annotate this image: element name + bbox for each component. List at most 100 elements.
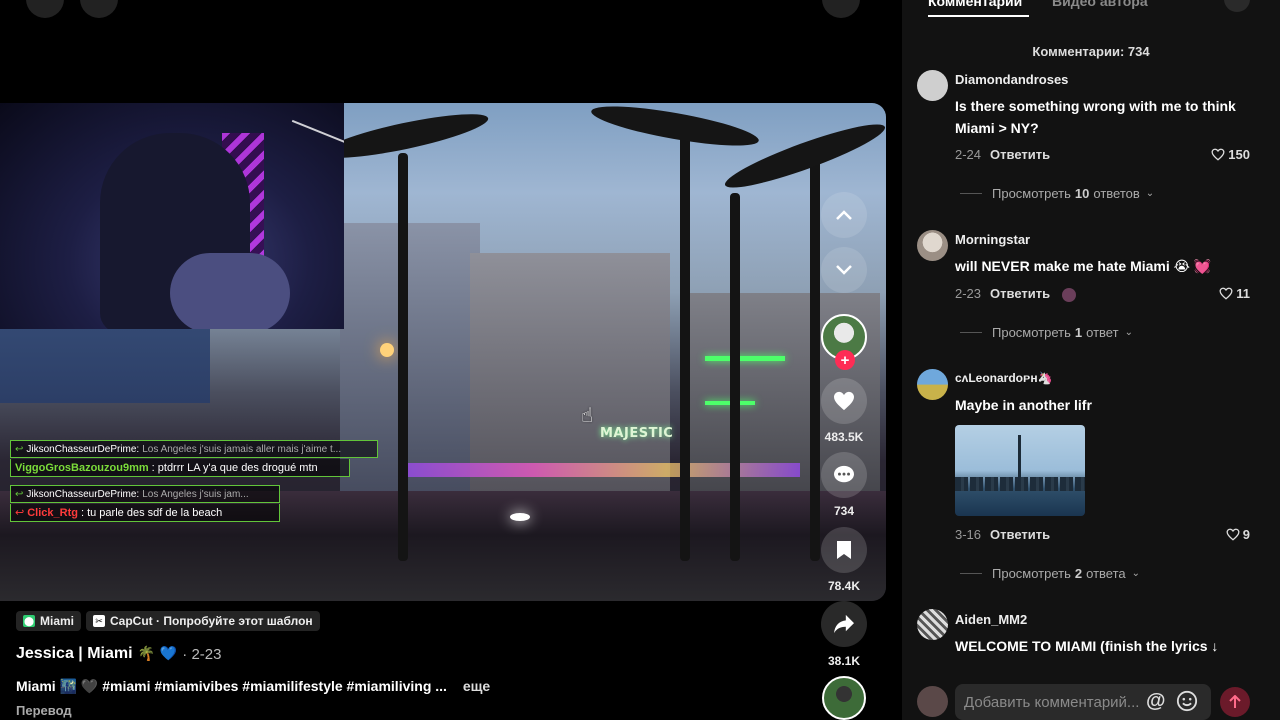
view-replies-button[interactable]: Просмотреть 2 ответа ⌄: [960, 566, 1140, 581]
active-tab-underline: [928, 15, 1029, 17]
reply-arrow-icon: ↩: [15, 443, 24, 455]
mention-icon[interactable]: @: [1146, 690, 1166, 713]
comment-like-count: 11: [1236, 286, 1250, 301]
comment-like-button[interactable]: 150: [1211, 147, 1250, 162]
comment-input-bar: @: [902, 676, 1280, 720]
tab-comments[interactable]: Комментарии: [928, 0, 1022, 9]
car-headlight: [510, 513, 530, 521]
chat-username: Click_Rtg: [27, 506, 78, 519]
share-button[interactable]: [821, 601, 867, 647]
chevron-down-icon: [836, 265, 852, 275]
capcut-template-tag[interactable]: ✂ CapCut · Попробуйте этот шаблон: [86, 611, 320, 631]
capcut-tag-label: CapCut · Попробуйте этот шаблон: [110, 614, 313, 628]
comment-like-count: 9: [1242, 527, 1250, 542]
save-count: 78.4K: [827, 579, 861, 593]
author-line: Jessica | Miami 🌴 💙 · 2-23: [16, 645, 221, 663]
comment-avatar[interactable]: [917, 369, 948, 400]
location-tag[interactable]: ⬤ Miami: [16, 611, 82, 631]
chat-message-line: ↩ Click_Rtg : tu parle des sdf de la bea…: [10, 504, 280, 522]
bookmark-icon: [837, 541, 851, 559]
view-replies-count: 1: [1074, 325, 1083, 340]
comment-username[interactable]: Diamondandroses: [955, 72, 1068, 87]
streamer-legs: [170, 253, 290, 329]
emoji-icon[interactable]: [1176, 690, 1198, 712]
close-button[interactable]: [26, 0, 64, 18]
search-button[interactable]: [80, 0, 118, 18]
comment-avatar[interactable]: [917, 230, 948, 261]
chevron-down-icon: ⌄: [1124, 327, 1133, 338]
comment-image[interactable]: [955, 425, 1085, 516]
comment-avatar[interactable]: [917, 70, 948, 101]
view-replies-label: Просмотреть: [992, 325, 1071, 340]
next-video-button[interactable]: [821, 247, 867, 293]
divider-dash: [960, 193, 982, 194]
comment-username[interactable]: cʌLeonardoᴘʜ🦄: [955, 371, 1053, 385]
chat-username: JiksonChasseurDePrime:: [26, 443, 140, 455]
comment-text: will NEVER make me hate Miami 😭 💓: [955, 258, 1212, 274]
comment-username[interactable]: Morningstar: [955, 232, 1030, 247]
divider-dash: [960, 573, 982, 574]
comment-like-button[interactable]: 11: [1219, 286, 1250, 301]
chevron-down-icon: ⌄: [1131, 568, 1141, 579]
reply-button[interactable]: Ответить: [990, 527, 1050, 542]
chat-username: JiksonChasseurDePrime:: [26, 488, 140, 500]
panel-close-button[interactable]: [1224, 0, 1250, 12]
view-replies-label: Просмотреть: [992, 186, 1071, 201]
heart-outline-icon: [1219, 287, 1233, 300]
chat-message: Los Angeles j'suis jamais aller mais j'a…: [142, 443, 342, 455]
chat-message-line: ViggoGrosBazouzou9mm : ptdrrr LA y'a que…: [10, 459, 350, 477]
comment-text: Is there something wrong with me to thin…: [955, 98, 1236, 136]
comment-count: 734: [833, 504, 855, 518]
arrow-up-icon: [1229, 695, 1241, 708]
neon-sign-green: [705, 356, 785, 361]
comment-date: 3-16: [955, 527, 982, 542]
chat-message: : tu parle des sdf de la beach: [80, 506, 223, 519]
comment-like-button[interactable]: 9: [1226, 527, 1250, 542]
comment-username[interactable]: Aiden_MM2: [955, 612, 1027, 627]
comment-avatar[interactable]: [917, 609, 948, 640]
view-replies-button[interactable]: Просмотреть 10 ответов ⌄: [960, 186, 1154, 201]
comment-button[interactable]: [821, 452, 867, 498]
comment-meta: 3-16 Ответить: [955, 527, 1050, 542]
view-replies-suffix: ответ: [1086, 325, 1119, 340]
description-text: Miami 🌃 🖤 #miami #miamivibes #miamilifes…: [16, 678, 447, 694]
post-comment-button[interactable]: [1220, 687, 1250, 717]
video-player-area: MAJESTIC ☝ ↩ JiksonChasseurDePrime: Los …: [0, 0, 902, 720]
building-center: [340, 223, 480, 523]
view-replies-button[interactable]: Просмотреть 1 ответ ⌄: [960, 325, 1133, 340]
reply-arrow-icon: ↩: [15, 507, 25, 519]
palm-tree: [398, 153, 408, 561]
tab-author-videos[interactable]: Видео автора: [1052, 0, 1148, 9]
follow-button[interactable]: +: [835, 350, 855, 370]
heart-outline-icon: [1211, 148, 1225, 161]
reply-button[interactable]: Ответить: [990, 286, 1050, 301]
next-creator-avatar[interactable]: [822, 676, 866, 720]
comment-meta: 2-24 Ответить: [955, 147, 1050, 162]
divider-dash: [960, 332, 982, 333]
translate-link[interactable]: Перевод: [16, 703, 72, 718]
more-link[interactable]: еще: [463, 678, 490, 694]
capcut-icon: ✂: [93, 615, 105, 627]
heart-icon: [834, 391, 854, 411]
heart-outline-icon: [1226, 528, 1240, 541]
more-button[interactable]: [822, 0, 860, 18]
previous-video-button[interactable]: [821, 192, 867, 238]
share-count: 38.1K: [827, 654, 861, 668]
view-replies-count: 2: [1074, 566, 1083, 581]
chevron-up-icon: [836, 210, 852, 220]
save-button[interactable]: [821, 527, 867, 573]
like-count: 483.5K: [824, 430, 864, 444]
reply-arrow-icon: ↩: [15, 488, 24, 500]
palm-fronds: [720, 114, 886, 198]
streamer-webcam-overlay: [0, 103, 344, 329]
author-name[interactable]: Jessica | Miami: [16, 645, 133, 663]
city-skyline: [955, 477, 1085, 491]
view-replies-suffix: ответа: [1086, 566, 1126, 581]
comment-input[interactable]: [955, 684, 1211, 720]
like-button[interactable]: [821, 378, 867, 424]
comment-date: 2-24: [955, 147, 982, 162]
reply-button[interactable]: Ответить: [990, 147, 1050, 162]
palm-tree: [810, 143, 820, 561]
comment-meta: 2-23 Ответить: [955, 286, 1076, 302]
view-replies-count: 10: [1074, 186, 1090, 201]
